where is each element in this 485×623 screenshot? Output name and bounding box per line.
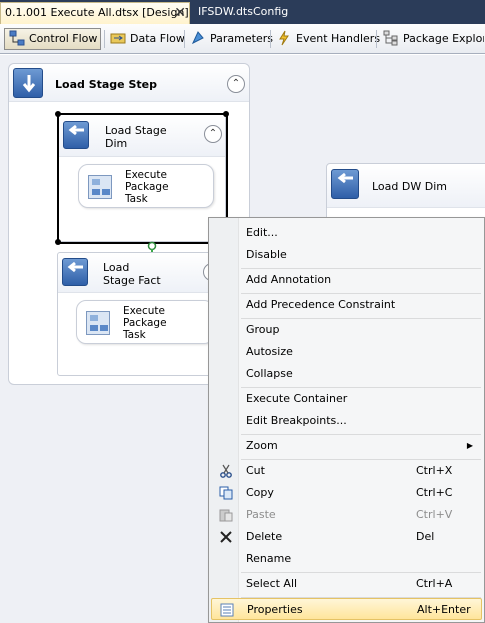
tab-label: Event Handlers xyxy=(296,32,381,45)
tab-execute-all-design[interactable]: 0.1.001 Execute All.dtsx [Design] ✕ xyxy=(0,2,190,24)
menu-item-edit[interactable]: Edit... xyxy=(211,222,482,244)
execute-package-task[interactable]: Execute Package Task xyxy=(76,300,214,344)
menu-item-edit-breakpoints[interactable]: Edit Breakpoints... xyxy=(211,410,482,432)
parameters-icon xyxy=(190,30,206,46)
menu-item-shortcut: Del xyxy=(416,530,435,543)
document-tab-strip: 0.1.001 Execute All.dtsx [Design] ✕ IFSD… xyxy=(0,0,485,24)
tab-ifsdw-dtsconfig[interactable]: IFSDW.dtsConfig xyxy=(194,2,334,24)
data-flow-icon xyxy=(110,30,126,46)
menu-item-label: Paste xyxy=(246,508,276,521)
tab-label: Parameters xyxy=(210,32,273,45)
menu-item-group[interactable]: Group xyxy=(211,319,482,341)
sequence-container-icon xyxy=(331,169,359,199)
menu-item-label: Autosize xyxy=(246,345,293,358)
collapse-button[interactable]: ⌃ xyxy=(227,75,245,93)
submenu-arrow-icon: ▶ xyxy=(466,441,473,450)
menu-item-add-precedence-constraint[interactable]: Add Precedence Constraint xyxy=(211,294,482,316)
menu-item-disable[interactable]: Disable xyxy=(211,244,482,266)
menu-item-label: Copy xyxy=(246,486,274,499)
menu-item-execute-container[interactable]: Execute Container xyxy=(211,388,482,410)
menu-item-label: Properties xyxy=(247,603,303,616)
tab-label: Control Flow xyxy=(29,32,98,45)
close-icon[interactable]: ✕ xyxy=(174,3,186,23)
menu-item-label: Disable xyxy=(246,248,287,261)
menu-item-label: Select All xyxy=(246,577,298,590)
menu-item-label: Rename xyxy=(246,552,292,565)
resize-handle[interactable] xyxy=(55,111,61,117)
menu-item-zoom[interactable]: Zoom ▶ xyxy=(211,435,482,457)
menu-item-delete[interactable]: Delete Del xyxy=(211,526,482,548)
menu-item-cut[interactable]: Cut Ctrl+X xyxy=(211,460,482,482)
menu-item-paste[interactable]: Paste Ctrl+V xyxy=(211,504,482,526)
container-header: Load Stage Step ⌃ xyxy=(9,64,249,102)
container-title: Load Stage Step xyxy=(55,78,157,91)
menu-item-label: Zoom xyxy=(246,439,278,452)
container-header: Load Stage Fact xyxy=(58,253,221,293)
copy-icon xyxy=(219,486,233,500)
event-handlers-icon xyxy=(276,30,292,46)
tab-label: Package Explore xyxy=(403,32,485,45)
selection-border xyxy=(57,113,228,244)
sequence-container-load-stage-fact[interactable]: Load Stage Fact Execute Package Task xyxy=(57,252,221,376)
resize-handle[interactable] xyxy=(55,239,61,245)
menu-item-label: Execute Container xyxy=(246,392,348,405)
sequence-container-icon xyxy=(62,258,88,286)
tab-data-flow[interactable]: Data Flow xyxy=(105,28,185,50)
container-header: Load DW Dim xyxy=(327,164,485,208)
tab-parameters[interactable]: Parameters xyxy=(185,28,273,50)
menu-item-shortcut: Ctrl+X xyxy=(416,464,453,477)
menu-item-properties[interactable]: Properties Alt+Enter xyxy=(211,598,482,620)
execute-package-task-icon xyxy=(86,311,110,335)
package-explorer-icon xyxy=(383,30,399,46)
sequence-container-icon xyxy=(13,68,43,98)
control-flow-icon xyxy=(9,30,25,46)
menu-item-add-annotation[interactable]: Add Annotation xyxy=(211,269,482,291)
task-label: Execute Package Task xyxy=(123,305,167,341)
menu-item-shortcut: Alt+Enter xyxy=(417,603,471,616)
scissors-icon xyxy=(219,464,233,478)
container-title: Load Stage Fact xyxy=(103,261,161,287)
menu-item-label: Edit... xyxy=(246,226,278,239)
tab-label: Data Flow xyxy=(130,32,185,45)
menu-item-collapse[interactable]: Collapse xyxy=(211,363,482,385)
menu-item-label: Add Precedence Constraint xyxy=(246,298,396,311)
delete-icon xyxy=(219,530,233,544)
menu-item-label: Add Annotation xyxy=(246,273,332,286)
context-menu: Edit... Disable Add Annotation Add Prece… xyxy=(208,217,485,623)
tab-control-flow[interactable]: Control Flow xyxy=(4,28,101,50)
menu-item-label: Cut xyxy=(246,464,265,477)
menu-item-label: Edit Breakpoints... xyxy=(246,414,347,427)
tab-event-handlers[interactable]: Event Handlers xyxy=(271,28,380,50)
menu-item-autosize[interactable]: Autosize xyxy=(211,341,482,363)
tab-label: IFSDW.dtsConfig xyxy=(198,5,289,18)
menu-item-rename[interactable]: Rename xyxy=(211,548,482,570)
menu-item-copy[interactable]: Copy Ctrl+C xyxy=(211,482,482,504)
menu-item-select-all[interactable]: Select All Ctrl+A xyxy=(211,573,482,595)
menu-item-shortcut: Ctrl+A xyxy=(416,577,453,590)
tab-package-explorer[interactable]: Package Explore xyxy=(378,28,485,50)
menu-item-label: Collapse xyxy=(246,367,293,380)
resize-handle[interactable] xyxy=(223,111,229,117)
tab-label: 0.1.001 Execute All.dtsx [Design] xyxy=(5,6,189,19)
sequence-container-load-dw-dim[interactable]: Load DW Dim xyxy=(326,163,485,223)
properties-icon xyxy=(220,603,234,617)
menu-item-label: Group xyxy=(246,323,280,336)
menu-item-shortcut: Ctrl+C xyxy=(416,486,453,499)
menu-item-shortcut: Ctrl+V xyxy=(416,508,453,521)
container-title: Load DW Dim xyxy=(372,180,447,193)
menu-item-label: Delete xyxy=(246,530,283,543)
tab-separator xyxy=(376,30,377,48)
paste-icon xyxy=(219,508,233,522)
designer-tab-bar: Control Flow Data Flow Parameters Event … xyxy=(0,24,485,54)
